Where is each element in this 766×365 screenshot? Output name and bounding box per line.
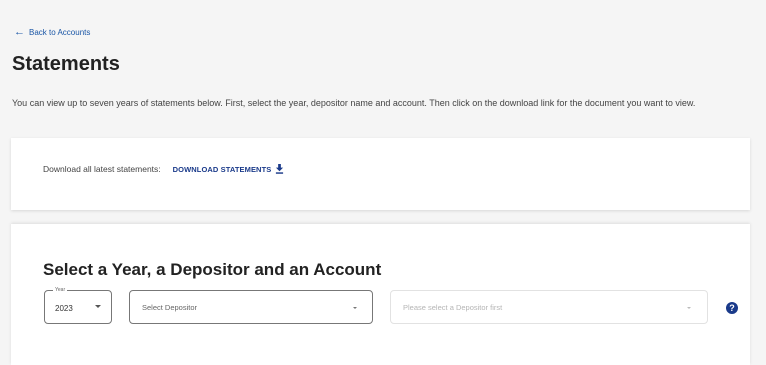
year-select[interactable]: Year 2023: [44, 287, 112, 324]
arrow-left-icon: ←: [14, 26, 25, 38]
help-icon[interactable]: ?: [726, 302, 738, 314]
download-row: Download all latest statements: DOWNLOAD…: [43, 164, 284, 174]
download-card: Download all latest statements: DOWNLOAD…: [11, 138, 750, 210]
select-card: Select a Year, a Depositor and an Accoun…: [11, 224, 750, 365]
depositor-select[interactable]: Select Depositor: [129, 290, 373, 324]
depositor-placeholder: Select Depositor: [142, 303, 198, 312]
chevron-down-icon: [95, 305, 101, 308]
account-select: Please select a Depositor first: [390, 290, 708, 324]
intro-text: You can view up to seven years of statem…: [12, 98, 696, 108]
statements-page: ← Back to Accounts Statements You can vi…: [0, 0, 766, 365]
back-to-accounts-link[interactable]: ← Back to Accounts: [14, 27, 90, 38]
download-link-label: DOWNLOAD STATEMENTS: [172, 164, 272, 174]
chevron-down-icon: [353, 307, 357, 309]
section-title: Select a Year, a Depositor and an Accoun…: [43, 260, 382, 279]
page-title: Statements: [12, 53, 120, 75]
download-icon: [276, 164, 284, 174]
year-legend: Year: [53, 287, 68, 293]
chevron-down-icon: [687, 307, 691, 309]
account-placeholder: Please select a Depositor first: [403, 303, 503, 312]
back-link-label: Back to Accounts: [29, 28, 91, 37]
download-statements-link[interactable]: DOWNLOAD STATEMENTS: [173, 164, 285, 174]
year-value: 2023: [55, 304, 73, 313]
download-label: Download all latest statements:: [43, 164, 161, 174]
